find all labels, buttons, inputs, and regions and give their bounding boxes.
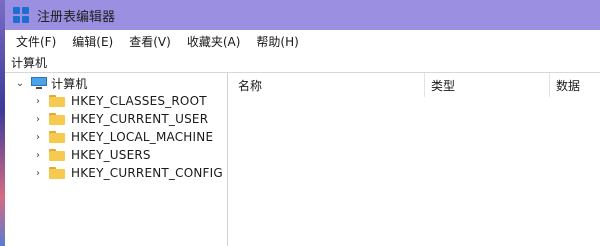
- address-path: 计算机: [11, 55, 48, 70]
- tree-item-label: HKEY_CURRENT_CONFIG: [71, 166, 223, 180]
- tree-item-label: HKEY_CLASSES_ROOT: [71, 94, 207, 108]
- folder-icon: [49, 149, 65, 161]
- menu-favorites[interactable]: 收藏夹(A): [182, 33, 246, 50]
- tree-item-hkey-users[interactable]: › HKEY_USERS: [5, 146, 227, 164]
- tree-item-label: HKEY_CURRENT_USER: [71, 112, 209, 126]
- folder-icon: [49, 113, 65, 125]
- chevron-right-icon[interactable]: ›: [31, 168, 45, 179]
- tree-item-hkey-classes-root[interactable]: › HKEY_CLASSES_ROOT: [5, 92, 227, 110]
- menu-view[interactable]: 查看(V): [124, 33, 176, 50]
- menu-file[interactable]: 文件(F): [11, 33, 61, 50]
- column-header-data[interactable]: 数据: [550, 73, 600, 97]
- tree-item-hkey-current-user[interactable]: › HKEY_CURRENT_USER: [5, 110, 227, 128]
- tree-item-hkey-current-config[interactable]: › HKEY_CURRENT_CONFIG: [5, 164, 227, 182]
- chevron-right-icon[interactable]: ›: [31, 150, 45, 161]
- registry-editor-window: 注册表编辑器 文件(F) 编辑(E) 查看(V) 收藏夹(A) 帮助(H) 计算…: [5, 0, 600, 246]
- menu-help[interactable]: 帮助(H): [251, 33, 303, 50]
- tree-item-computer[interactable]: ⌄ 计算机: [5, 74, 227, 92]
- main-content: ⌄ 计算机 › HKEY_CLASSES_ROOT › HKEY_CURRENT…: [5, 73, 600, 246]
- column-headers: 名称 类型 数据: [232, 73, 600, 97]
- computer-icon: [31, 77, 47, 89]
- folder-icon: [49, 95, 65, 107]
- chevron-right-icon[interactable]: ›: [31, 114, 45, 125]
- folder-icon: [49, 167, 65, 179]
- address-bar[interactable]: 计算机: [5, 52, 600, 73]
- tree-item-hkey-local-machine[interactable]: › HKEY_LOCAL_MACHINE: [5, 128, 227, 146]
- menu-bar: 文件(F) 编辑(E) 查看(V) 收藏夹(A) 帮助(H): [5, 30, 600, 52]
- tree-item-label: 计算机: [51, 76, 88, 91]
- chevron-right-icon[interactable]: ›: [31, 96, 45, 107]
- tree-item-label: HKEY_LOCAL_MACHINE: [71, 130, 214, 144]
- chevron-right-icon[interactable]: ›: [31, 132, 45, 143]
- column-header-type[interactable]: 类型: [425, 73, 550, 97]
- tree-item-label: HKEY_USERS: [71, 148, 151, 162]
- window-title: 注册表编辑器: [37, 9, 116, 25]
- tree-pane: ⌄ 计算机 › HKEY_CLASSES_ROOT › HKEY_CURRENT…: [5, 73, 228, 246]
- chevron-down-icon[interactable]: ⌄: [13, 78, 27, 89]
- registry-editor-icon: [13, 7, 29, 23]
- folder-icon: [49, 131, 65, 143]
- menu-edit[interactable]: 编辑(E): [67, 33, 118, 50]
- title-bar[interactable]: 注册表编辑器: [5, 0, 600, 30]
- values-pane: 名称 类型 数据: [232, 73, 600, 246]
- column-header-name[interactable]: 名称: [232, 73, 425, 97]
